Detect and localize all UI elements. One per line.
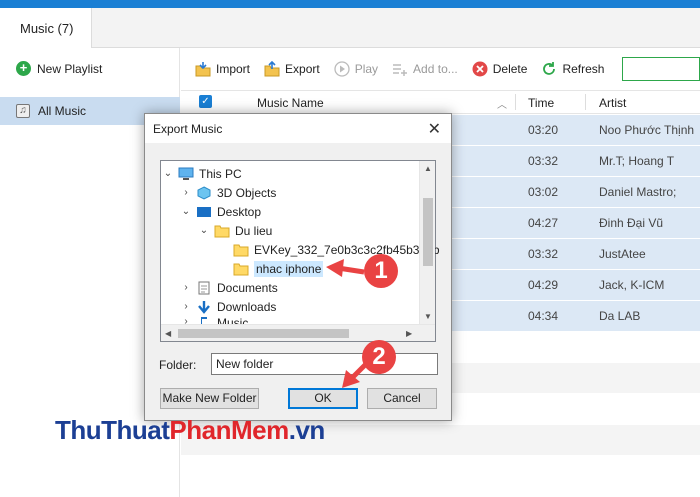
arrow-head-folder xyxy=(326,259,344,277)
watermark-part: ThuThuat xyxy=(55,415,170,445)
watermark-part: .vn xyxy=(288,415,326,445)
watermark-logo: ThuThuatPhanMem.vn xyxy=(55,415,325,446)
step-badge-1: 1 xyxy=(364,254,398,288)
step-badge-2: 2 xyxy=(362,340,396,374)
watermark-part: PhanMem xyxy=(169,415,289,445)
